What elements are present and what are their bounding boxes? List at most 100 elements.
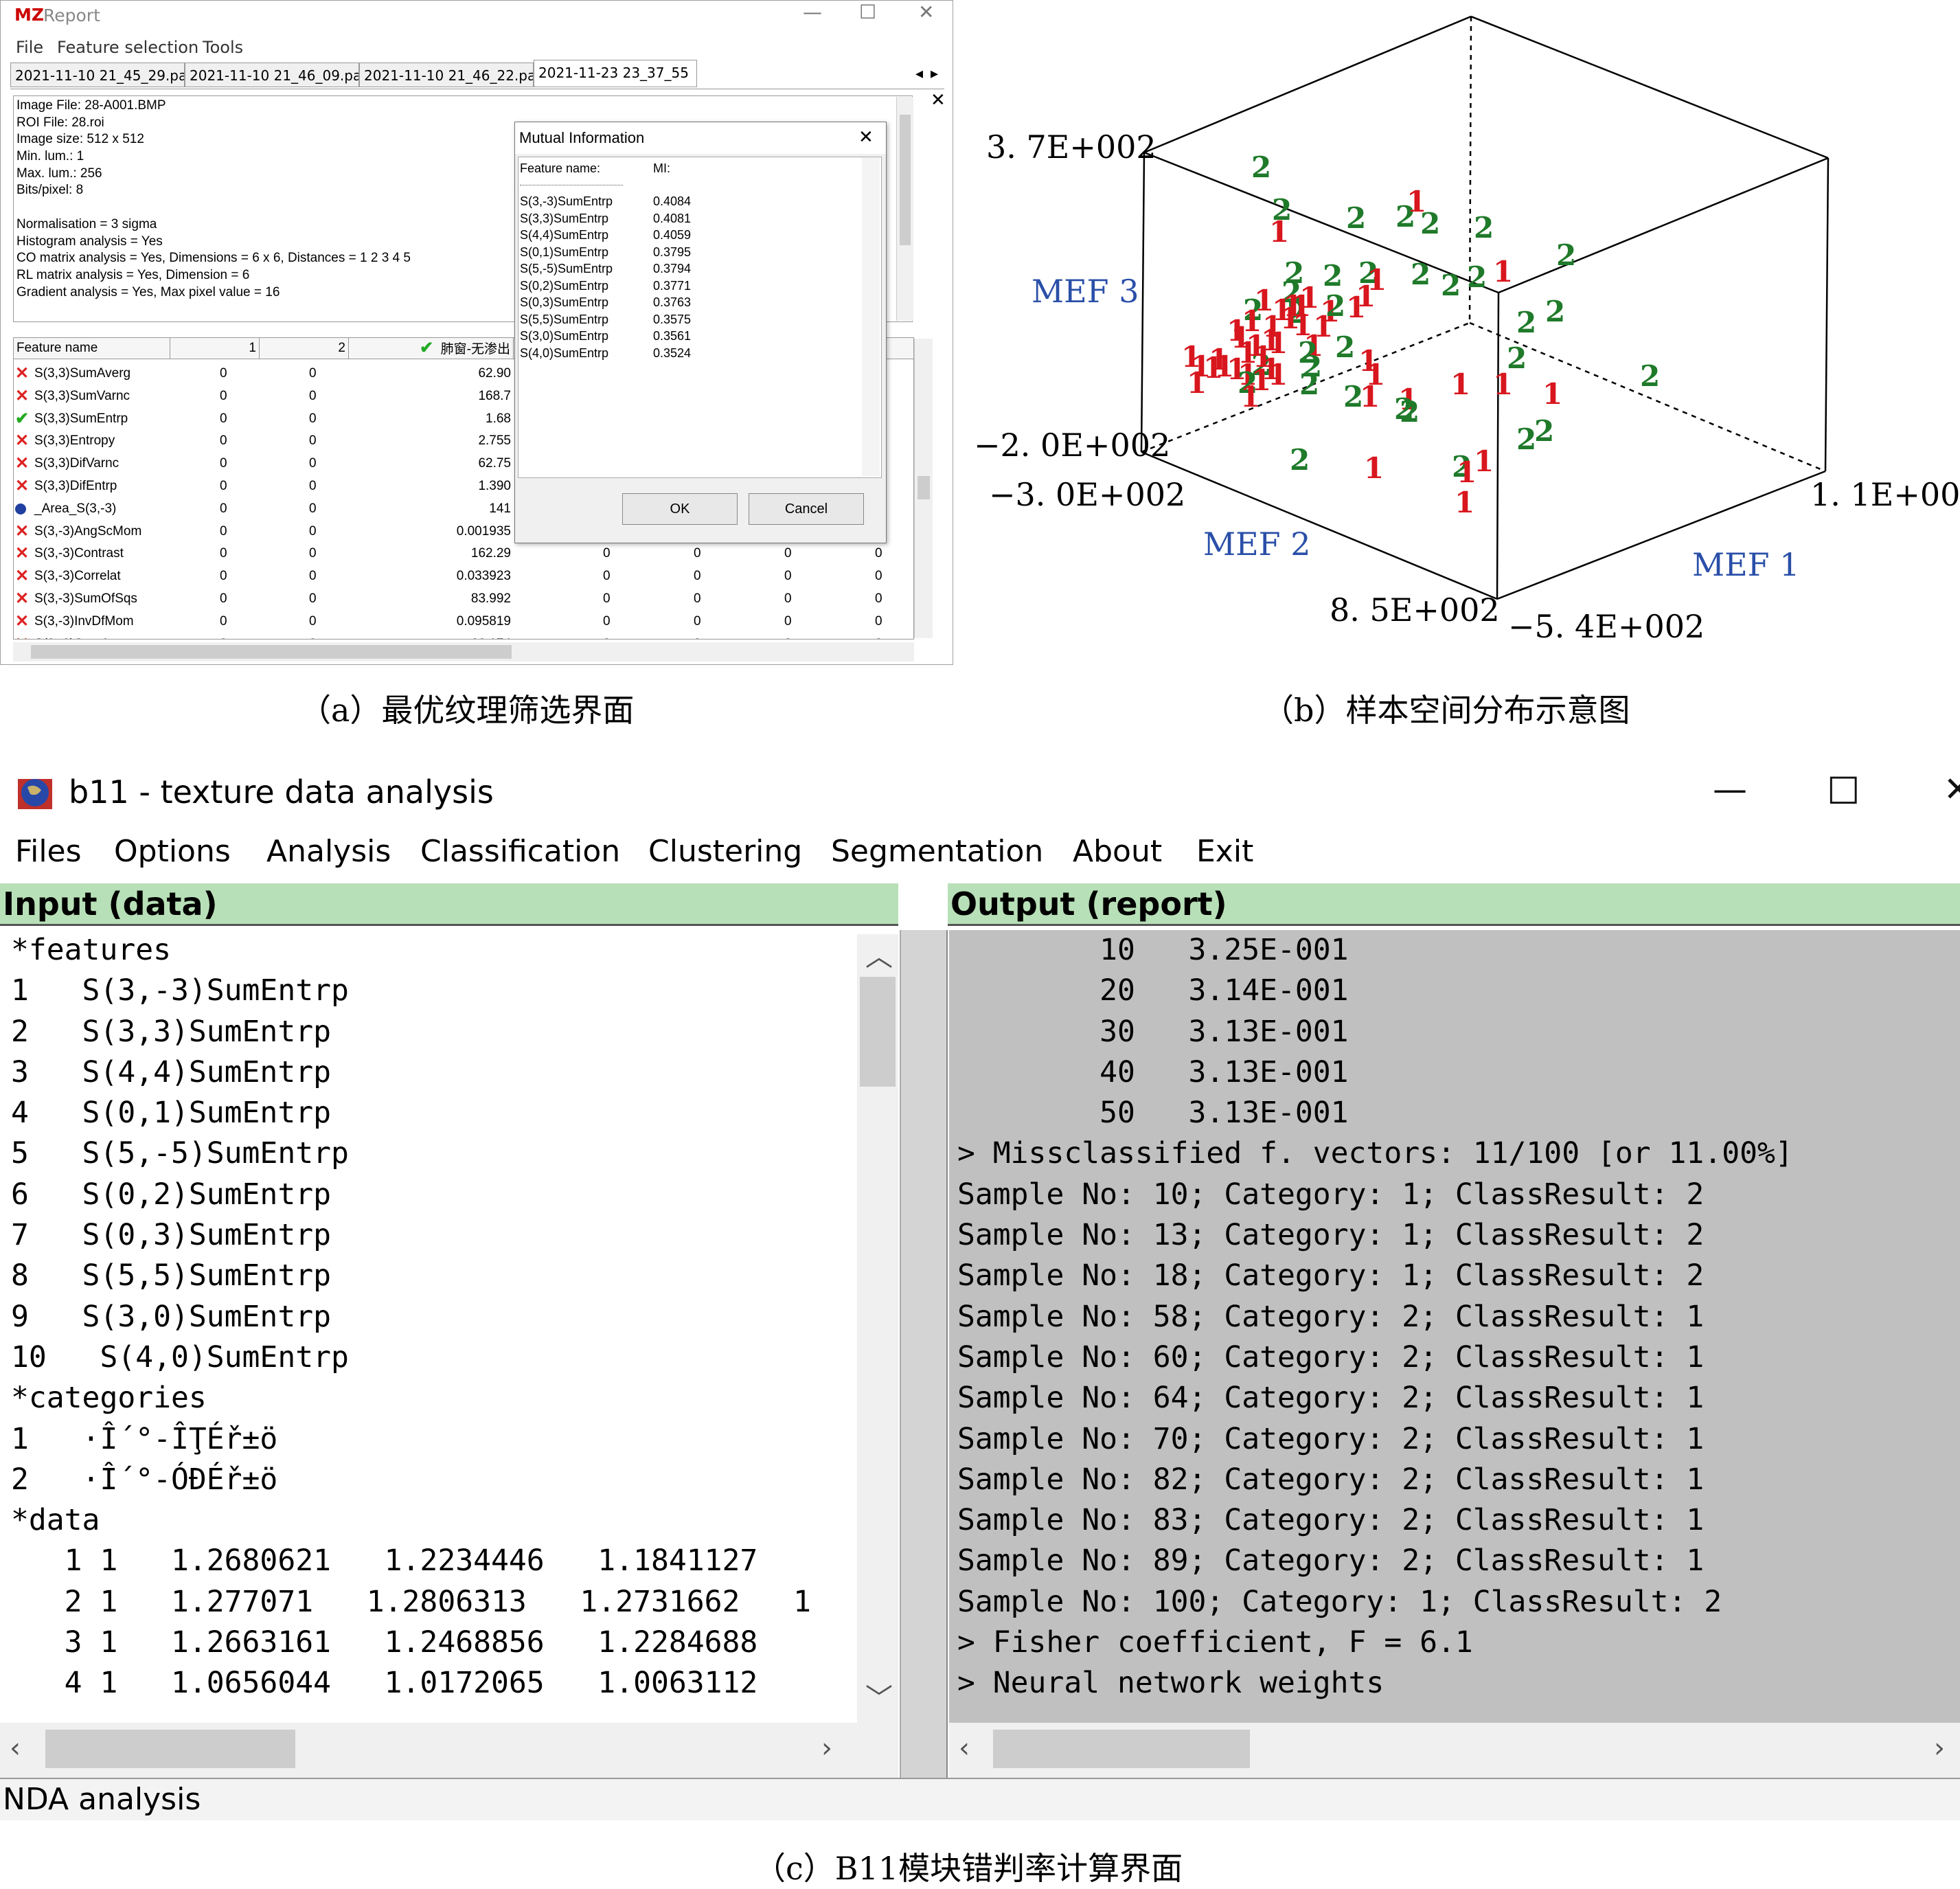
mi-scrollbar[interactable] [862, 157, 880, 476]
output-line: 20 3.14E-001 [957, 973, 1349, 1008]
close-icon[interactable]: ✕ [918, 1, 934, 23]
dialog-close-icon[interactable]: ✕ [858, 126, 874, 148]
menu-analysis[interactable]: Analysis [266, 834, 391, 869]
menu-bar: File Feature selection Tools [1, 34, 953, 60]
input-vscrollbar[interactable]: ︿ ﹀ [857, 934, 898, 1778]
grid-col-value[interactable]: ✔ 肺窗-无渗出 [349, 338, 514, 359]
cell-extra: 0 [875, 613, 882, 629]
menu-tools[interactable]: Tools [203, 38, 243, 57]
grid-row[interactable]: ✕ S(3,-3)SumOfSqs 0 0 83.992 0 0 0 0 [14, 588, 913, 610]
scroll-up-icon[interactable]: ︿ [865, 934, 893, 974]
grid-row[interactable]: ✕ S(3,-3)Correlat 0 0 0.033923 0 0 0 0 [14, 565, 913, 587]
y-start-label: −3. 0E+002 [989, 476, 1185, 513]
z-bottom-label: −2. 0E+002 [974, 427, 1170, 464]
mi-feature-name: S(3,0)SumEntrp [520, 329, 609, 343]
close-icon[interactable]: ✕ [1944, 769, 1960, 809]
mi-value: 0.4081 [653, 211, 692, 225]
mi-value: 0.4059 [653, 228, 692, 242]
minimize-icon[interactable]: — [1713, 769, 1747, 809]
cell-col1: 0 [220, 411, 227, 426]
grid-row[interactable]: ✕ S(3,-3)Contrast 0 0 162.29 0 0 0 0 [14, 543, 913, 565]
class-2-point: 2 [1335, 330, 1355, 364]
grid-col-2[interactable]: 2 [260, 338, 349, 359]
tab-scroll-left-icon[interactable]: ◂ [915, 65, 923, 82]
grid-scrollbar[interactable] [914, 339, 933, 638]
info-scrollbar[interactable] [896, 97, 913, 321]
maximize-icon[interactable]: ☐ [1827, 769, 1860, 813]
y-axis-label: MEF 2 [1203, 525, 1311, 563]
cell-extra: 0 [784, 569, 792, 584]
scroll-left-icon[interactable]: ‹ [10, 1732, 21, 1764]
cell-col2: 0 [309, 613, 317, 629]
box-edge [1140, 152, 1146, 453]
cell-value: 0.033923 [456, 569, 511, 584]
feature-name: S(3,3)DifEntrp [34, 479, 117, 493]
class-2-point: 2 [1251, 150, 1271, 184]
output-line: Sample No: 82; Category: 2; ClassResult:… [957, 1462, 1705, 1497]
class-1-point: 1 [1455, 486, 1474, 519]
row-mark [15, 498, 26, 520]
grid-col-feature-name[interactable]: Feature name [14, 338, 170, 359]
sample-space-plot: 2212212221222222222111111111111211112111… [955, 0, 1960, 687]
pane-splitter[interactable] [900, 930, 948, 1778]
output-line: 50 3.13E-001 [957, 1096, 1349, 1131]
scroll-left-icon[interactable]: ‹ [959, 1732, 970, 1764]
tab-1[interactable]: 2021-11-10 21_45_29.par [10, 63, 185, 87]
mi-feature-name: S(0,1)SumEntrp [520, 245, 609, 259]
class-1-point: 1 [1251, 363, 1271, 397]
input-line: 2 1 1.277071 1.2806313 1.2731662 1 [11, 1584, 811, 1619]
grid-col-1[interactable]: 1 [170, 338, 260, 359]
input-hscroll-thumb[interactable] [45, 1730, 295, 1768]
grid-hscrollbar[interactable] [13, 642, 914, 661]
excluded-x-icon: ✕ [15, 454, 30, 473]
info-scroll-thumb[interactable] [900, 115, 911, 245]
menu-segmentation[interactable]: Segmentation [831, 834, 1043, 869]
output-text-area[interactable]: 10 3.25E-001 20 3.14E-001 30 3.13E-001 4… [957, 930, 1960, 1720]
output-line: > Fisher coefficient, F = 6.1 [957, 1625, 1473, 1660]
grid-scroll-thumb[interactable] [918, 476, 930, 499]
scroll-right-icon[interactable]: › [1934, 1732, 1945, 1764]
scroll-down-icon[interactable]: ﹀ [865, 1676, 893, 1716]
tab-scroll-right-icon[interactable]: ▸ [931, 65, 938, 82]
output-header: Output (report) [948, 883, 1960, 926]
menu-file[interactable]: File [16, 38, 43, 57]
input-line: 4 S(0,1)SumEntrp [11, 1096, 331, 1131]
selected-check-icon: ✔ [15, 409, 30, 428]
grid-hscroll-thumb[interactable] [31, 645, 512, 659]
menu-files[interactable]: Files [15, 834, 82, 869]
menu-about[interactable]: About [1073, 834, 1162, 869]
class-2-point: 2 [1323, 259, 1343, 293]
tab-2[interactable]: 2021-11-10 21_46_09.par [185, 63, 359, 87]
mi-col-value: MI: [653, 161, 670, 175]
cancel-button[interactable]: Cancel [749, 493, 864, 525]
caption-c: （c）B11模块错判率计算界面 [754, 1850, 1183, 1887]
class-2-point: 2 [1507, 341, 1527, 375]
output-hscroll-thumb[interactable] [993, 1730, 1250, 1768]
maximize-icon[interactable]: ☐ [859, 1, 876, 23]
tab-4-active[interactable]: 2021-11-23 23_37_55 [534, 60, 697, 87]
input-text-area[interactable]: *features 1 S(3,-3)SumEntrp 2 S(3,3)SumEnt… [11, 930, 856, 1782]
minimize-icon[interactable]: — [803, 1, 822, 23]
feature-name: S(3,3)SumEntrp [34, 411, 128, 426]
tab-3[interactable]: 2021-11-10 21_46_22.par [359, 63, 534, 87]
grid-row[interactable]: ✕ S(3,-3)SumAverg 0 0 63.174 0 0 0 0 [14, 633, 913, 639]
ok-button[interactable]: OK [622, 493, 738, 525]
menu-exit[interactable]: Exit [1196, 834, 1253, 869]
menu-classification[interactable]: Classification [420, 834, 620, 869]
mi-feature-name: S(4,0)SumEntrp [520, 346, 609, 360]
grid-row[interactable]: ✕ S(3,-3)InvDfMom 0 0 0.095819 0 0 0 0 [14, 611, 913, 633]
menu-clustering[interactable]: Clustering [648, 834, 802, 869]
input-hscrollbar[interactable]: ‹ › [0, 1723, 857, 1778]
output-hscrollbar[interactable]: ‹ › [949, 1723, 1960, 1778]
feature-name: S(3,-3)InvDfMom [34, 613, 134, 629]
menu-options[interactable]: Options [114, 834, 231, 869]
cell-extra: 0 [694, 591, 701, 606]
output-line: Sample No: 10; Category: 1; ClassResult:… [957, 1177, 1705, 1212]
scroll-right-icon[interactable]: › [821, 1732, 832, 1764]
input-vscroll-thumb[interactable] [860, 977, 896, 1087]
output-line: 10 3.25E-001 [957, 933, 1349, 967]
cell-col2: 0 [309, 591, 317, 606]
menu-feature-selection[interactable]: Feature selection [57, 38, 198, 57]
mi-feature-name: S(3,-3)SumEntrp [520, 194, 613, 208]
pane-close-icon[interactable]: ✕ [931, 90, 946, 111]
